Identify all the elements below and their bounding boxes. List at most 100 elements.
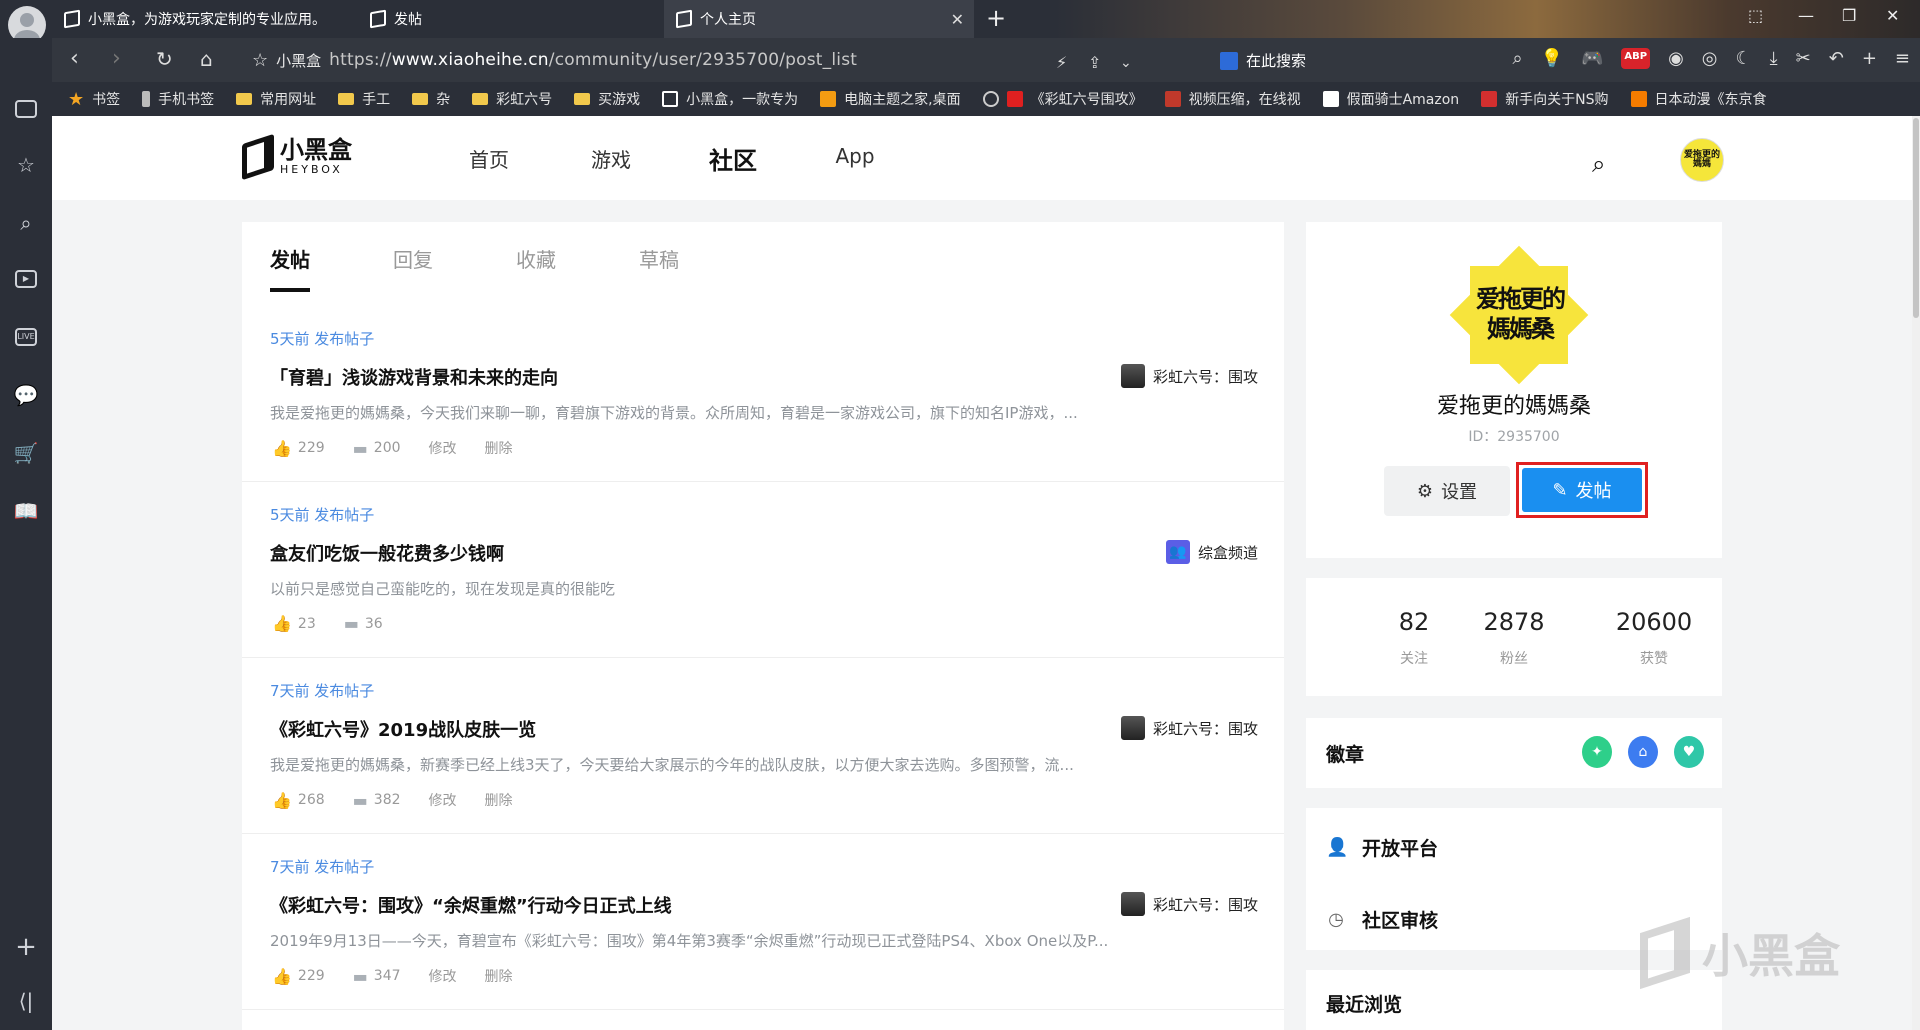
comment-count[interactable]: ▬ 36 xyxy=(344,614,383,633)
bookmark-item[interactable]: 电脑主题之家,桌面 xyxy=(820,89,961,109)
post-item[interactable]: 5天前 发布帖子 盒友们吃饭一般花费多少钱啊 👥 综盒频道 以前只是感觉自己蛮能吃… xyxy=(242,482,1284,658)
video-icon[interactable]: ▶ xyxy=(13,266,39,292)
post-topic[interactable]: 彩虹六号：围攻 xyxy=(1120,716,1258,740)
search-icon[interactable]: ⌕ xyxy=(1512,48,1522,69)
bookmark-item[interactable]: 假面骑士Amazon xyxy=(1322,89,1459,109)
comment-count[interactable]: ▬ 382 xyxy=(353,791,401,810)
undo-icon[interactable]: ↶ xyxy=(1829,48,1844,69)
settings-button[interactable]: ⚙ 设置 xyxy=(1384,466,1510,516)
browser-tab-home[interactable]: 小黑盒，为游戏玩家定制的专业应用。 xyxy=(52,0,354,38)
bookmark-item[interactable]: 新手向关于NS购 xyxy=(1481,89,1609,109)
reload-icon[interactable]: ↻ xyxy=(156,46,173,72)
add-icon[interactable]: + xyxy=(1862,48,1877,69)
nav-app[interactable]: App xyxy=(794,144,916,176)
profile-avatar[interactable]: 爱拖更的媽媽桑 xyxy=(1449,245,1589,385)
post-item[interactable]: 7天前 发布帖子 《彩虹六号：围攻》“余烬重燃”行动今日正式上线 彩虹六号：围攻… xyxy=(242,834,1284,1010)
home-icon[interactable]: ⌂ xyxy=(200,46,213,72)
tab-favorites[interactable]: 收藏 xyxy=(516,244,639,292)
book-icon[interactable]: 📖 xyxy=(13,498,39,524)
bookmark-item[interactable]: 小黑盒，一款专为 xyxy=(662,89,798,109)
nav-games[interactable]: 游戏 xyxy=(550,144,672,176)
post-item[interactable]: 7天前 发布帖子 《彩虹六号》2019战队皮肤一览 彩虹六号：围攻 我是爱拖更的… xyxy=(242,658,1284,834)
eye-icon[interactable]: ◎ xyxy=(1702,48,1718,69)
bookmark-item[interactable]: 手机书签 xyxy=(142,89,214,109)
edit-link[interactable]: 修改 xyxy=(429,438,457,458)
new-post-button[interactable]: ✎ 发帖 xyxy=(1522,468,1642,512)
badge-icon[interactable]: ♥ xyxy=(1674,736,1704,768)
post-topic[interactable]: 彩虹六号：围攻 xyxy=(1120,892,1258,916)
gamepad-icon[interactable]: 🎮 xyxy=(1581,48,1603,69)
tab-replies[interactable]: 回复 xyxy=(393,244,516,292)
adblock-icon[interactable]: ABP xyxy=(1621,48,1651,69)
post-topic[interactable]: 彩虹六号：围攻 xyxy=(1120,364,1258,388)
new-tab-icon[interactable]: + xyxy=(986,4,1006,32)
collapse-sidebar-icon[interactable]: ⟨| xyxy=(13,988,39,1014)
site-search-icon[interactable]: ⌕ xyxy=(1592,150,1605,178)
forward-icon[interactable]: › xyxy=(112,46,121,72)
reader-icon[interactable] xyxy=(13,96,39,122)
night-mode-icon[interactable]: ☾ xyxy=(1736,48,1752,69)
edit-link[interactable]: 修改 xyxy=(429,790,457,810)
share-icon[interactable]: ⇪ xyxy=(1088,50,1101,76)
shirt-skin-icon[interactable]: ⬚ xyxy=(1748,6,1763,25)
close-window-icon[interactable]: ✕ xyxy=(1886,6,1899,25)
search-icon[interactable]: ⌕ xyxy=(13,210,39,236)
download-icon[interactable]: ⤓ xyxy=(1770,48,1778,69)
delete-link[interactable]: 删除 xyxy=(485,438,513,458)
delete-link[interactable]: 删除 xyxy=(485,966,513,986)
bookmark-folder[interactable]: 手工 xyxy=(338,89,390,109)
browser-tab-profile[interactable]: 个人主页 ✕ xyxy=(664,0,974,38)
post-topic[interactable]: 👥 综盒频道 xyxy=(1165,540,1258,564)
bookmark-item[interactable]: 视频压缩，在线视 xyxy=(1164,89,1301,109)
bookmark-folder[interactable]: 杂 xyxy=(412,89,450,109)
scissors-icon[interactable]: ✂ xyxy=(1796,48,1811,69)
comment-count[interactable]: ▬ 200 xyxy=(353,439,401,458)
bulb-icon[interactable]: 💡 xyxy=(1541,48,1563,69)
like-count[interactable]: 👍 229 xyxy=(272,967,325,986)
page-scrollbar[interactable] xyxy=(1912,116,1920,1030)
heybox-logo[interactable]: 小黑盒 HEYBOX xyxy=(242,133,352,180)
bookmark-star-icon[interactable]: ☆ xyxy=(252,50,268,71)
bookmark-item[interactable]: ★ 书签 xyxy=(68,89,120,110)
bookmark-folder[interactable]: 买游戏 xyxy=(574,89,640,109)
url-field[interactable]: ☆ 小黑盒 https://www.xiaoheihe.cn/community… xyxy=(252,44,1132,76)
live-icon[interactable]: LIVE xyxy=(13,324,39,350)
minimize-icon[interactable]: — xyxy=(1798,6,1814,25)
tab-posts[interactable]: 发帖 xyxy=(270,244,393,292)
favorites-star-icon[interactable]: ☆ xyxy=(13,152,39,178)
dropdown-icon[interactable]: ⌄ xyxy=(1120,50,1132,76)
stat-likes[interactable]: 20600 获赞 xyxy=(1584,608,1724,668)
comment-count[interactable]: ▬ 347 xyxy=(353,967,401,986)
lightning-icon[interactable]: ⚡ xyxy=(1056,50,1067,76)
like-count[interactable]: 👍 268 xyxy=(272,791,325,810)
badge-icon[interactable]: ⌂ xyxy=(1628,736,1658,768)
edit-link[interactable]: 修改 xyxy=(429,966,457,986)
nav-home[interactable]: 首页 xyxy=(428,144,550,176)
badge-card[interactable]: 徽章 ✦ ⌂ ♥ xyxy=(1306,718,1722,788)
scrollbar-thumb[interactable] xyxy=(1913,118,1919,318)
add-icon[interactable]: + xyxy=(13,934,39,960)
close-tab-icon[interactable]: ✕ xyxy=(951,10,964,29)
post-title[interactable]: 「育碧」浅谈游戏背景和未来的走向 xyxy=(270,364,558,390)
community-review-link[interactable]: ◷ 社区审核 xyxy=(1326,906,1438,933)
user-avatar[interactable]: 爱拖更的媽媽 xyxy=(1680,138,1724,182)
open-platform-link[interactable]: 👤 开放平台 xyxy=(1326,834,1438,861)
chat-icon[interactable]: 💬 xyxy=(13,382,39,408)
bookmark-item[interactable]: 《彩虹六号围攻》 xyxy=(982,89,1143,109)
like-count[interactable]: 👍 229 xyxy=(272,439,325,458)
post-title[interactable]: 盒友们吃饭一般花费多少钱啊 xyxy=(270,540,504,566)
extension-icon[interactable]: ◉ xyxy=(1668,48,1684,69)
bookmark-folder[interactable]: 常用网址 xyxy=(236,89,316,109)
nav-community[interactable]: 社区 xyxy=(672,141,794,176)
delete-link[interactable]: 删除 xyxy=(485,790,513,810)
post-title[interactable]: 《彩虹六号》2019战队皮肤一览 xyxy=(270,716,536,742)
like-count[interactable]: 👍 23 xyxy=(272,614,316,633)
restore-icon[interactable]: ❐ xyxy=(1842,6,1856,25)
post-title[interactable]: 《彩虹六号：围攻》“余烬重燃”行动今日正式上线 xyxy=(270,892,672,918)
back-icon[interactable]: ‹ xyxy=(70,46,79,72)
bookmark-item[interactable]: 日本动漫《东京食 xyxy=(1630,89,1767,109)
browser-tab-post[interactable]: 发帖 xyxy=(358,0,658,38)
tab-drafts[interactable]: 草稿 xyxy=(639,244,762,292)
badge-icon[interactable]: ✦ xyxy=(1582,736,1612,768)
post-item[interactable]: 5天前 发布帖子 「育碧」浅谈游戏背景和未来的走向 彩虹六号：围攻 我是爱拖更的… xyxy=(242,306,1284,482)
